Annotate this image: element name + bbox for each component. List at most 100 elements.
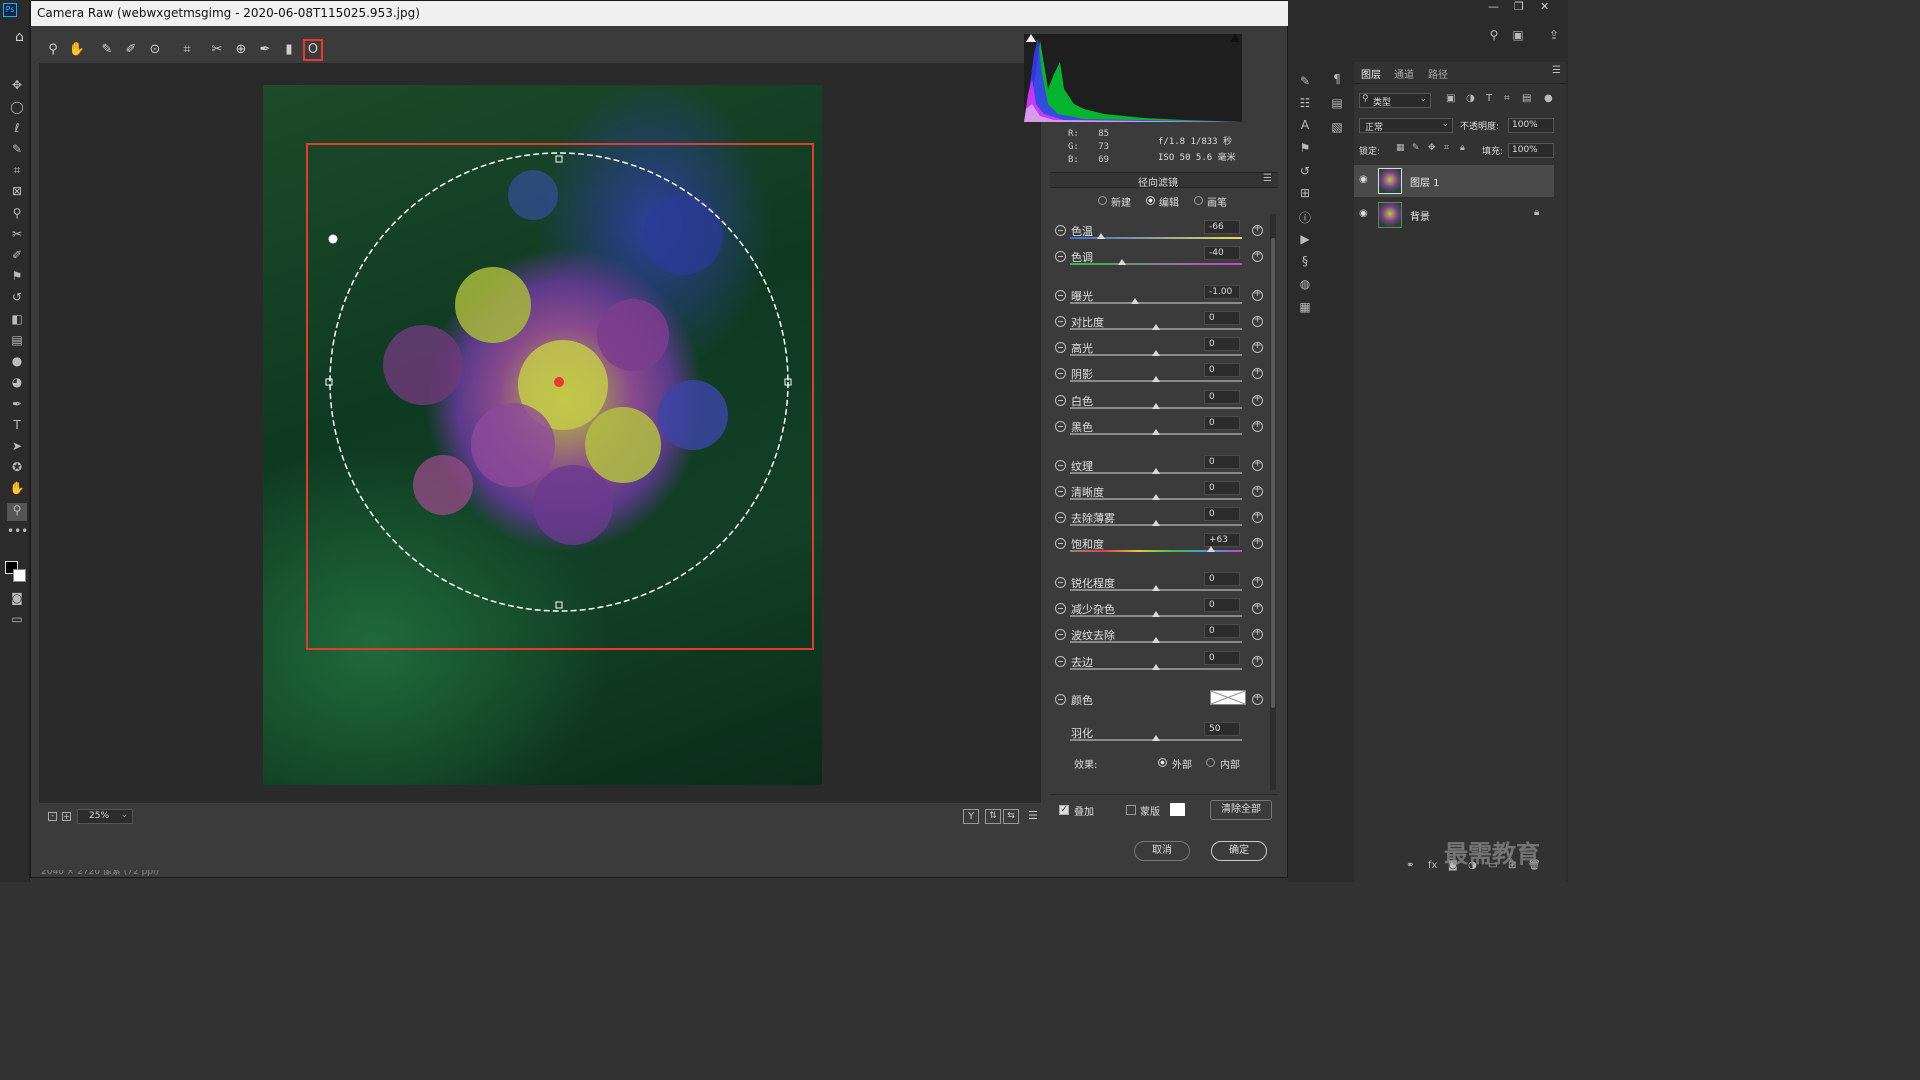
slider-thumb[interactable]: [1152, 429, 1160, 435]
path-select-tool-icon[interactable]: ➤: [7, 439, 27, 457]
increase-icon[interactable]: [1252, 366, 1263, 379]
graduated-filter-icon[interactable]: ▮: [279, 39, 299, 61]
panel-scrollbar[interactable]: [1270, 214, 1276, 790]
decrease-icon[interactable]: [1055, 290, 1066, 301]
background-color-swatch[interactable]: [13, 569, 26, 582]
filter-smart-icon[interactable]: ▤: [1522, 93, 1531, 104]
slider-thumb[interactable]: [1152, 611, 1160, 617]
screen-mode-icon[interactable]: ▭: [7, 612, 27, 630]
color-swatch[interactable]: [1210, 690, 1246, 705]
slider-value[interactable]: 0: [1204, 363, 1240, 377]
slider-value[interactable]: 0: [1204, 337, 1240, 351]
feather-thumb[interactable]: [1152, 735, 1160, 741]
zoom-level-select[interactable]: 25% ⌄: [77, 809, 133, 824]
increase-icon[interactable]: [1252, 627, 1263, 640]
slider-value[interactable]: 0: [1204, 572, 1240, 586]
search-icon[interactable]: ⚲: [1484, 28, 1504, 46]
adjustments-icon[interactable]: ☷: [1295, 96, 1315, 114]
type-tool-icon[interactable]: T: [7, 418, 27, 436]
slider-value[interactable]: -40: [1204, 246, 1240, 260]
radio-brush[interactable]: [1194, 196, 1203, 205]
filter-pixel-icon[interactable]: ▣: [1446, 93, 1455, 104]
slider-value[interactable]: 0: [1204, 390, 1240, 404]
frame-tool-icon[interactable]: ⊠: [7, 184, 27, 202]
radial-filter-overlay[interactable]: [39, 63, 1041, 803]
decrease-icon[interactable]: [1055, 656, 1066, 667]
paragraph-icon[interactable]: ¶: [1327, 72, 1347, 90]
quick-select-tool-icon[interactable]: ✎: [7, 142, 27, 160]
radio-new[interactable]: [1098, 196, 1107, 205]
minimize-icon[interactable]: —: [1488, 0, 1499, 13]
crop-tool-icon[interactable]: ⌗: [7, 163, 27, 181]
decrease-icon[interactable]: [1055, 512, 1066, 523]
slider-thumb[interactable]: [1152, 468, 1160, 474]
adjustment-brush-icon[interactable]: ✒: [255, 39, 275, 61]
decrease-icon[interactable]: [1055, 368, 1066, 379]
character-icon[interactable]: A: [1295, 118, 1315, 136]
decrease-icon[interactable]: [1055, 603, 1066, 614]
clear-all-button[interactable]: 清除全部: [1210, 800, 1272, 820]
before-after-toggle-icon[interactable]: Y: [963, 809, 979, 824]
filter-shape-icon[interactable]: ⌗: [1504, 93, 1510, 104]
decrease-icon[interactable]: [1055, 251, 1066, 262]
slider-value[interactable]: 0: [1204, 507, 1240, 521]
marquee-tool-icon[interactable]: ◯: [7, 100, 27, 118]
decrease-icon[interactable]: [1055, 538, 1066, 549]
increase-icon[interactable]: [1252, 654, 1263, 667]
tab-paths[interactable]: 路径: [1428, 66, 1448, 81]
lock-all-icon[interactable]: 🔒︎: [1460, 143, 1465, 153]
layer-row[interactable]: ◉ 背景 🔒︎: [1354, 199, 1554, 231]
slider-thumb[interactable]: [1152, 520, 1160, 526]
zoom-icon[interactable]: ⚲: [43, 39, 63, 61]
slider-thumb[interactable]: [1152, 324, 1160, 330]
slider-track[interactable]: [1070, 237, 1242, 239]
filter-type-icon[interactable]: T: [1486, 93, 1492, 104]
increase-icon[interactable]: [1252, 249, 1263, 262]
slider-value[interactable]: -66: [1204, 220, 1240, 234]
healing-tool-icon[interactable]: ✂: [7, 227, 27, 245]
slider-thumb[interactable]: [1152, 664, 1160, 670]
more-tools-icon[interactable]: •••: [7, 524, 28, 542]
white-balance-icon[interactable]: ✎: [97, 39, 117, 61]
radial-filter-icon[interactable]: O: [303, 39, 323, 61]
zoom-out-icon[interactable]: -: [48, 812, 57, 821]
stamp-tool-icon[interactable]: ⚑: [7, 269, 27, 287]
slider-value[interactable]: 0: [1204, 481, 1240, 495]
actions-icon[interactable]: ▶: [1295, 232, 1315, 250]
radio-edit[interactable]: [1146, 196, 1155, 205]
slider-value[interactable]: -1.00: [1204, 285, 1240, 299]
cancel-button[interactable]: 取消: [1134, 841, 1190, 861]
slider-track[interactable]: [1070, 302, 1242, 304]
brush-settings-icon[interactable]: ✎: [1295, 74, 1315, 92]
increase-icon[interactable]: [1252, 484, 1263, 497]
link-layers-icon[interactable]: ⚭: [1406, 860, 1414, 871]
history-icon[interactable]: ↺: [1295, 164, 1315, 182]
lock-transparent-icon[interactable]: ▦: [1396, 143, 1405, 153]
mask-color-swatch[interactable]: [1170, 803, 1185, 816]
slider-value[interactable]: 0: [1204, 651, 1240, 665]
fx-icon[interactable]: fx: [1428, 860, 1437, 871]
decrease-icon[interactable]: [1055, 225, 1066, 236]
close-icon[interactable]: ✕: [1540, 0, 1549, 13]
slider-value[interactable]: 0: [1204, 311, 1240, 325]
lasso-tool-icon[interactable]: ℓ: [7, 121, 27, 139]
slider-value[interactable]: 0: [1204, 598, 1240, 612]
layer-filter-select[interactable]: ⚲ 类型 ⌄: [1359, 93, 1431, 108]
color-sampler-icon[interactable]: ✐: [121, 39, 141, 61]
hand-tool-icon[interactable]: ✋: [7, 481, 27, 499]
clone-source-icon[interactable]: ⚑: [1295, 141, 1315, 159]
table-icon[interactable]: ▦: [1295, 300, 1315, 318]
decrease-icon[interactable]: [1055, 486, 1066, 497]
workspace-icon[interactable]: ▣: [1508, 28, 1528, 46]
decrease-icon[interactable]: [1055, 395, 1066, 406]
targeted-adjust-icon[interactable]: ⊙: [145, 39, 165, 61]
decrease-icon[interactable]: [1055, 629, 1066, 640]
fill-input[interactable]: 100%: [1508, 143, 1554, 158]
increase-icon[interactable]: [1252, 288, 1263, 301]
overlay-checkbox[interactable]: ✓: [1059, 805, 1069, 815]
slider-thumb[interactable]: [1096, 233, 1105, 239]
slider-thumb[interactable]: [1152, 350, 1160, 356]
home-icon[interactable]: ⌂: [15, 29, 33, 45]
increase-icon[interactable]: [1252, 536, 1263, 549]
feather-value[interactable]: 50: [1204, 722, 1240, 736]
